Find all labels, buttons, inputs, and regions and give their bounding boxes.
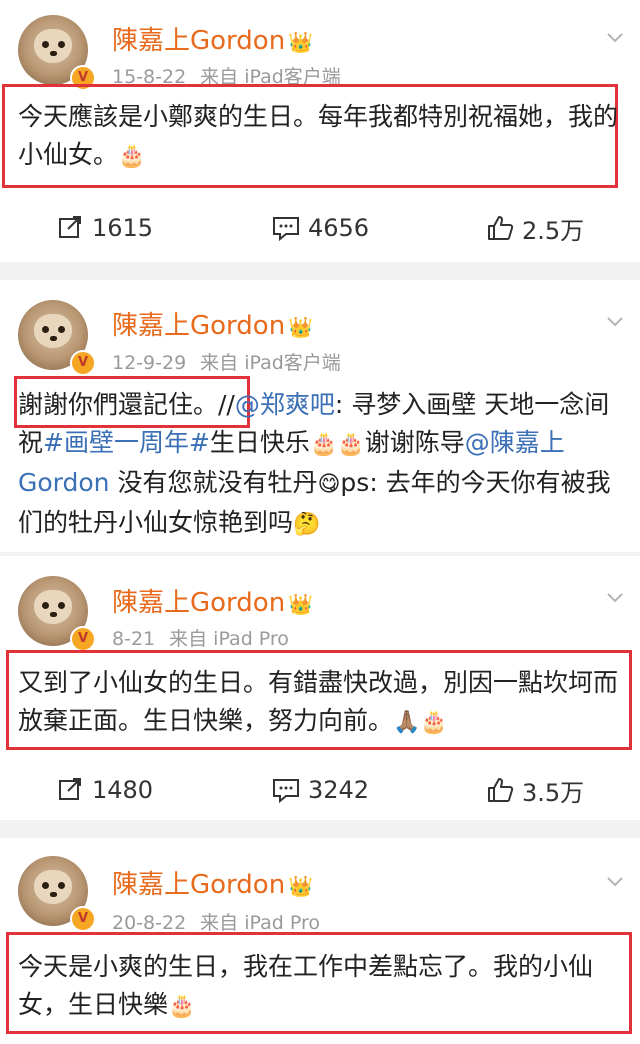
post-source: 来自 iPad Pro — [200, 912, 320, 934]
post-text: 謝謝你們還記住。//@郑爽吧: 寻梦入画壁 天地一念间 祝#画壁一周年#生日快乐… — [18, 390, 611, 537]
repost-icon — [59, 216, 81, 238]
thinking-emoji: 🤔 — [293, 512, 321, 537]
repost-icon — [59, 778, 81, 800]
like-count: 3.5万 — [522, 778, 585, 807]
post-actions: 1480 3242 3.5万 — [0, 770, 640, 810]
user-avatar[interactable]: V — [18, 856, 96, 932]
thumbs-up-icon — [488, 216, 514, 240]
comment-count: 4656 — [308, 214, 370, 242]
chevron-down-icon[interactable] — [606, 28, 624, 46]
repost-count: 1480 — [92, 776, 154, 804]
post-source: 来自 iPad客户端 — [200, 352, 341, 374]
comment-count: 3242 — [308, 776, 370, 804]
user-avatar[interactable]: V — [18, 576, 96, 652]
cake-emoji: 🎂 — [168, 994, 196, 1019]
post-meta: 12-9-29 来自 iPad客户端 — [112, 348, 341, 375]
folded-hands-emoji: 🙏🏽 — [393, 710, 421, 735]
cake-emoji: 🎂 — [420, 710, 448, 735]
chevron-down-icon[interactable] — [606, 588, 624, 606]
comment-icon — [273, 779, 299, 803]
comment-icon — [273, 217, 299, 241]
like-count: 2.5万 — [522, 216, 585, 245]
post-meta: 8-21 来自 iPad Pro — [112, 624, 289, 651]
username[interactable]: 陳嘉上Gordon 👑 — [112, 305, 313, 342]
post-date: 20-8-22 — [112, 912, 187, 934]
user-avatar[interactable]: V — [18, 15, 96, 91]
like-button[interactable]: 3.5万 — [486, 770, 584, 810]
post-source: 来自 iPad Pro — [169, 628, 289, 650]
post-meta: 20-8-22 来自 iPad Pro — [112, 908, 320, 935]
chevron-down-icon[interactable] — [606, 872, 624, 890]
username[interactable]: 陳嘉上Gordon 👑 — [112, 864, 313, 901]
cake-emoji: 🎂🎂 — [309, 432, 365, 457]
post-text: 今天是小爽的生日，我在工作中差點忘了。我的小仙女，生日快樂🎂 — [18, 952, 594, 1019]
thumbs-up-icon — [488, 778, 514, 802]
verified-badge-icon: V — [70, 906, 96, 932]
chevron-down-icon[interactable] — [606, 312, 624, 330]
weibo-post-4: V 陳嘉上Gordon 👑 20-8-22 来自 iPad Pro 今天是小爽的生日… — [0, 838, 640, 1044]
repost-button[interactable]: 1480 — [58, 770, 153, 810]
weibo-post-2: V 陳嘉上Gordon 👑 12-9-29 来自 iPad客户端 謝謝你們還記住。/… — [0, 280, 640, 552]
weibo-post-3: V 陳嘉上Gordon 👑 8-21 来自 iPad Pro 又到了小仙女的生日。有… — [0, 556, 640, 820]
verified-badge-icon: V — [70, 350, 96, 376]
post-actions: 1615 4656 2.5万 — [0, 208, 640, 248]
hashtag-link[interactable]: #画壁一周年# — [43, 428, 210, 457]
user-avatar[interactable]: V — [18, 300, 96, 376]
weibo-post-1: V 陳嘉上Gordon 👑 15-8-22 来自 iPad客户端 今天應該是小鄭爽的… — [0, 0, 640, 262]
verified-badge-icon: V — [70, 626, 96, 652]
cake-emoji: 🎂 — [118, 144, 146, 169]
repost-count: 1615 — [92, 214, 154, 242]
username[interactable]: 陳嘉上Gordon 👑 — [112, 20, 313, 57]
like-button[interactable]: 2.5万 — [486, 208, 584, 248]
comment-button[interactable]: 3242 — [272, 770, 369, 810]
post-text: 又到了小仙女的生日。有錯盡快改過，別因一點坎坷而放棄正面。生日快樂，努力向前。🙏… — [18, 668, 619, 735]
post-date: 8-21 — [112, 628, 156, 650]
crown-icon: 👑 — [288, 315, 314, 339]
crown-icon: 👑 — [288, 874, 314, 898]
crown-icon: 👑 — [288, 30, 314, 54]
mention-link[interactable]: @郑爽吧 — [235, 390, 335, 419]
comment-button[interactable]: 4656 — [272, 208, 369, 248]
crown-icon: 👑 — [288, 592, 314, 616]
post-date: 12-9-29 — [112, 352, 187, 374]
username[interactable]: 陳嘉上Gordon 👑 — [112, 582, 313, 619]
yum-emoji: 😋 — [317, 472, 341, 497]
repost-button[interactable]: 1615 — [58, 208, 153, 248]
post-text: 今天應該是小鄭爽的生日。每年我都特別祝福她，我的小仙女。🎂 — [18, 102, 619, 169]
